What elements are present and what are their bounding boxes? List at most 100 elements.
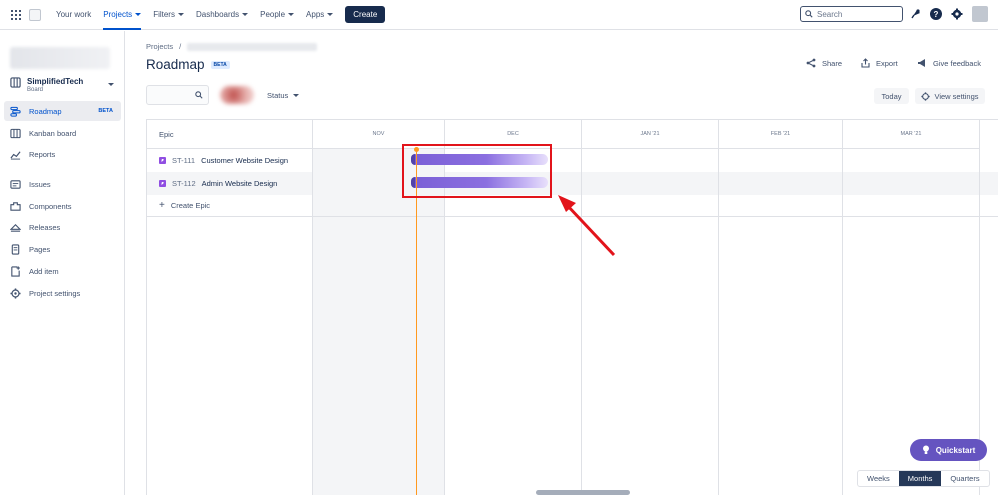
megaphone-icon: [918, 59, 925, 67]
epic-column: Epic ST-111 Customer Website Design ST-1…: [147, 120, 313, 495]
epic-name: Customer Website Design: [201, 156, 289, 165]
epic-row[interactable]: ST-111 Customer Website Design: [147, 149, 312, 172]
nav-projects[interactable]: Projects: [103, 0, 142, 30]
month-header: JAN '21: [582, 120, 719, 149]
nav-people[interactable]: People: [260, 0, 295, 30]
epic-icon: [159, 180, 166, 187]
issues-icon: [10, 179, 21, 189]
sidebar-item-issues[interactable]: Issues: [4, 174, 121, 194]
roadmap-grid: Epic ST-111 Customer Website Design ST-1…: [146, 119, 998, 495]
sidebar-item-kanban-board[interactable]: Kanban board: [4, 123, 121, 143]
notifications-icon[interactable]: [910, 8, 922, 20]
jira-logo[interactable]: [29, 8, 41, 21]
plus-icon: +: [159, 200, 165, 211]
chevron-down-icon: [135, 13, 142, 16]
export-icon: [861, 58, 870, 68]
releases-icon: [10, 223, 21, 232]
quickstart-label: Quickstart: [935, 445, 976, 455]
month-header: MAR '21: [843, 120, 980, 149]
page-title-text: Roadmap: [146, 57, 205, 72]
annotation-highlight-box: [402, 144, 552, 198]
epic-column-header: Epic: [147, 120, 312, 149]
roadmap-icon: [10, 106, 21, 117]
view-settings-label: View settings: [934, 91, 979, 101]
month-column: [313, 149, 445, 495]
export-button[interactable]: Export: [861, 56, 898, 70]
components-icon: [10, 201, 21, 211]
project-sidebar: SimplifiedTech Board Roadmap BETA Kanban…: [0, 31, 125, 495]
search-icon: [805, 10, 813, 18]
chevron-down-icon: [242, 13, 249, 16]
today-button[interactable]: Today: [874, 88, 909, 104]
sidebar-item-pages[interactable]: Pages: [4, 239, 121, 259]
view-settings-button[interactable]: View settings: [915, 88, 985, 104]
settings-icon[interactable]: [951, 8, 963, 20]
epic-name: Admin Website Design: [201, 179, 278, 188]
sidebar-item-label: Kanban board: [29, 128, 77, 138]
sidebar-item-label: Add item: [29, 266, 59, 276]
quickstart-button[interactable]: Quickstart: [910, 439, 987, 461]
create-button[interactable]: Create: [345, 6, 386, 23]
gear-icon: [921, 91, 931, 101]
epic-search-input[interactable]: [146, 85, 209, 105]
sidebar-item-label: Releases: [29, 222, 61, 232]
chevron-down-icon: [293, 94, 300, 97]
epic-key: ST-112: [172, 179, 196, 188]
search-icon: [195, 91, 203, 99]
blurred-breadcrumb: [187, 42, 318, 51]
create-epic-button[interactable]: + Create Epic: [147, 195, 312, 217]
sidebar-item-reports[interactable]: Reports: [4, 144, 121, 164]
blurred-project-header: [10, 47, 110, 69]
sidebar-item-label: Pages: [29, 244, 51, 254]
nav-apps[interactable]: Apps: [306, 0, 334, 30]
project-name: SimplifiedTech: [27, 77, 84, 86]
share-button[interactable]: Share: [806, 56, 842, 70]
blurred-assignee-avatars[interactable]: [220, 86, 254, 104]
profile-avatar[interactable]: [972, 6, 988, 22]
status-filter[interactable]: Status: [267, 91, 300, 100]
nav-dashboards[interactable]: Dashboards: [196, 0, 249, 30]
status-filter-label: Status: [267, 91, 289, 100]
nav-label: Your work: [56, 10, 92, 19]
give-feedback-label: Give feedback: [933, 58, 981, 68]
give-feedback-button[interactable]: Give feedback: [917, 56, 981, 70]
sidebar-item-releases[interactable]: Releases: [4, 217, 121, 237]
share-icon: [806, 58, 816, 68]
nav-filters[interactable]: Filters: [153, 0, 184, 30]
quarters-toggle[interactable]: Quarters: [941, 471, 988, 486]
nav-label: Apps: [306, 10, 325, 19]
help-icon[interactable]: ?: [930, 8, 942, 20]
horizontal-scrollbar[interactable]: [536, 490, 630, 495]
sidebar-item-label: Project settings: [29, 288, 81, 298]
board-icon: [10, 128, 21, 138]
apps-grid-icon[interactable]: [11, 9, 21, 20]
chevron-down-icon: [108, 83, 114, 86]
sidebar-item-components[interactable]: Components: [4, 196, 121, 216]
sidebar-item-project-settings[interactable]: Project settings: [4, 283, 121, 303]
project-switcher[interactable]: SimplifiedTech Board: [10, 77, 120, 93]
nav-your-work[interactable]: Your work: [56, 0, 91, 30]
beta-badge: BETA: [98, 108, 113, 114]
breadcrumb-projects[interactable]: Projects: [146, 42, 173, 51]
chevron-down-icon: [288, 13, 295, 16]
search-input[interactable]: [817, 9, 897, 19]
epic-row[interactable]: ST-112 Admin Website Design: [147, 172, 312, 195]
add-item-icon: [11, 265, 20, 277]
sidebar-item-add-item[interactable]: Add item: [4, 261, 121, 281]
epic-key: ST-111: [172, 156, 196, 165]
create-epic-label: Create Epic: [170, 201, 211, 210]
chevron-down-icon: [177, 13, 184, 16]
reports-icon: [10, 150, 21, 160]
sidebar-item-roadmap[interactable]: Roadmap BETA: [4, 101, 121, 121]
share-label: Share: [822, 58, 843, 68]
gear-icon: [10, 287, 21, 299]
page-title: Roadmap BETA: [146, 57, 230, 72]
weeks-toggle[interactable]: Weeks: [858, 471, 899, 486]
month-column: [582, 149, 719, 495]
beta-badge: BETA: [210, 60, 230, 69]
sidebar-item-label: Roadmap: [29, 106, 62, 116]
search-field[interactable]: [800, 6, 903, 22]
breadcrumb-separator: /: [179, 42, 182, 51]
lightbulb-icon: [922, 445, 929, 454]
months-toggle[interactable]: Months: [898, 471, 942, 486]
